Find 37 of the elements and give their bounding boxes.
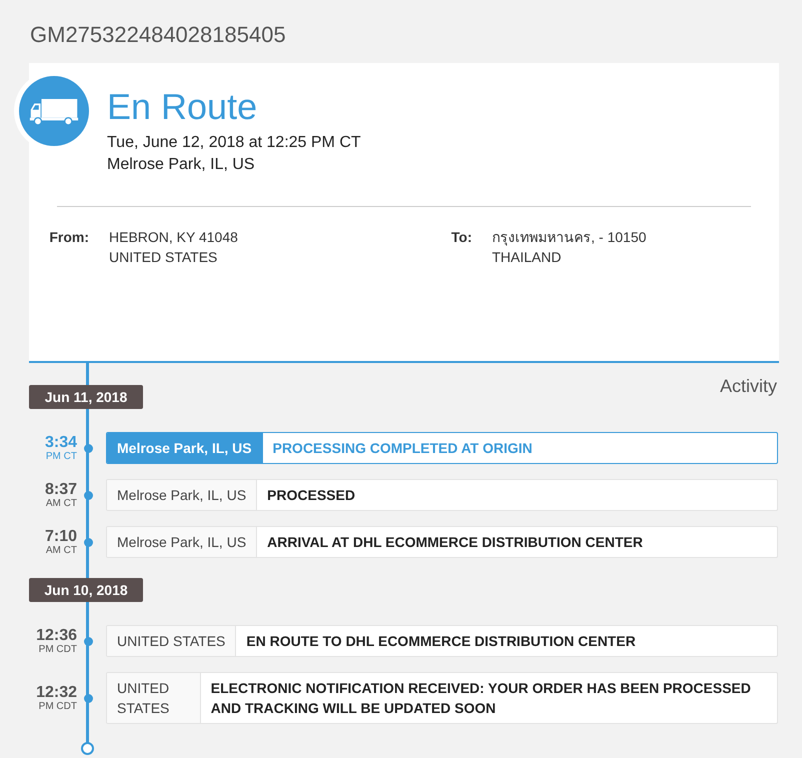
- event-time-zone: AM CT: [46, 498, 77, 508]
- event-time: 12:36: [36, 628, 77, 644]
- event-description: ARRIVAL AT DHL ECOMMERCE DISTRIBUTION CENTER: [266, 533, 644, 552]
- event-card[interactable]: UNITED STATES EN ROUTE TO DHL ECOMMERCE DISTRIBUTION CENTER: [106, 625, 778, 657]
- status-title: En Route: [107, 85, 258, 129]
- to-address-line: THAILAND: [492, 248, 562, 267]
- event-card[interactable]: Melrose Park, IL, US ARRIVAL AT DHL ECOMMERCE DISTRIBUTION CENTER: [106, 526, 778, 558]
- date-badge: Jun 11, 2018: [29, 385, 143, 409]
- event-time: 3:34: [44, 434, 77, 450]
- event-time-zone: PM CT: [46, 450, 77, 462]
- event-time: 12:32: [36, 684, 77, 700]
- event-description: PROCESSING COMPLETED AT ORIGIN: [272, 439, 534, 458]
- from-address-line: HEBRON, KY 41048: [109, 228, 238, 247]
- event-location: UNITED STATES: [107, 626, 236, 656]
- date-badge: Jun 10, 2018: [29, 578, 143, 602]
- event-location: Melrose Park, IL, US: [107, 527, 258, 557]
- activity-heading: Activity: [718, 375, 778, 398]
- event-description: EN ROUTE TO DHL ECOMMERCE DISTRIBUTION CENTER: [245, 632, 637, 651]
- event-description: PROCESSED: [266, 486, 356, 505]
- event-description: ELECTRONIC NOTIFICATION RECEIVED: YOUR ORDER HAS BEEN PROCESSED AND TRACKING WILL BE UPDATED SOON: [210, 679, 752, 718]
- from-label: From:: [49, 228, 89, 247]
- status-location: Melrose Park, IL, US: [107, 155, 256, 175]
- status-datetime: Tue, June 12, 2018 at 12:25 PM CT: [107, 133, 362, 153]
- to-address-line: กรุงเทพมหานคร, - 10150: [492, 228, 646, 247]
- event-location: Melrose Park, IL, US: [107, 480, 258, 510]
- event-time-zone: PM CDT: [38, 644, 77, 654]
- event-location: Melrose Park, IL, US: [107, 433, 263, 463]
- event-time: 8:37: [44, 482, 77, 498]
- to-label: To:: [450, 228, 472, 247]
- event-time-zone: PM CDT: [38, 700, 77, 712]
- from-address-line: UNITED STATES: [109, 248, 218, 267]
- event-card[interactable]: Melrose Park, IL, US PROCESSED: [106, 479, 778, 511]
- tracking-number: GM275322484028185405: [29, 22, 286, 47]
- event-time-zone: AM CT: [46, 544, 77, 556]
- event-card[interactable]: UNITED STATES ELECTRONIC NOTIFICATION RECEIVED: YOUR ORDER HAS BEEN PROCESSED AND TRACKING WILL BE UPDATED SOON: [106, 672, 778, 724]
- event-time: 7:10: [44, 528, 77, 544]
- event-location: UNITED STATES: [107, 673, 201, 723]
